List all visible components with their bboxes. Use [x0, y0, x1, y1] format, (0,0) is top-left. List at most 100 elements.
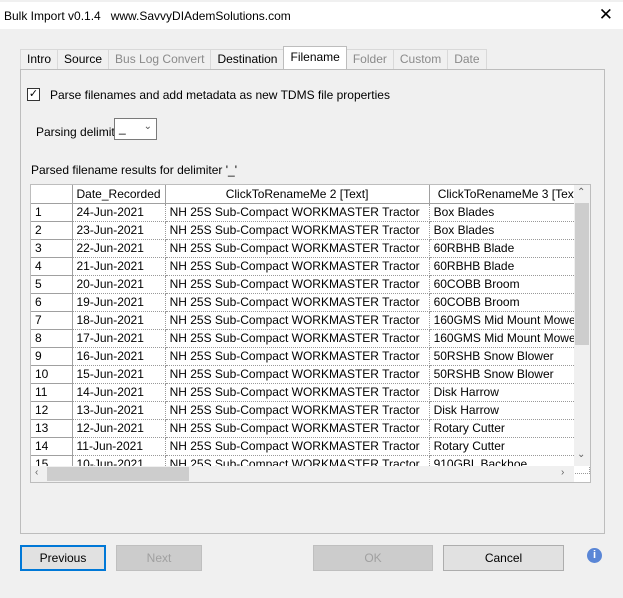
table-cell[interactable]: 13-Jun-2021	[72, 401, 166, 420]
row-number[interactable]: 3	[31, 239, 73, 258]
table-cell[interactable]: 14-Jun-2021	[72, 383, 166, 402]
table-cell[interactable]: 60COBB Broom	[429, 275, 590, 294]
table-cell[interactable]: Box Blades	[429, 221, 590, 240]
tab-date[interactable]: Date	[447, 49, 487, 69]
table-row[interactable]: 10 15-Jun-2021 NH 25S Sub-Compact WORKMAST…	[31, 365, 590, 384]
table-cell[interactable]: 20-Jun-2021	[72, 275, 166, 294]
row-number[interactable]: 12	[31, 401, 73, 420]
next-button[interactable]: Next	[116, 545, 202, 571]
vertical-scrollbar[interactable]: ⌃ ⌄	[574, 185, 590, 466]
table-cell[interactable]: Rotary Cutter	[429, 419, 590, 438]
table-cell[interactable]: NH 25S Sub-Compact WORKMASTER Tractor	[165, 401, 430, 420]
table-cell[interactable]: Disk Harrow	[429, 401, 590, 420]
vertical-scroll-thumb[interactable]	[575, 203, 589, 345]
table-cell[interactable]: 24-Jun-2021	[72, 203, 166, 222]
results-grid[interactable]: Date_Recorded ClickToRenameMe 2 [Text] Cli…	[30, 184, 591, 483]
column-header[interactable]: ClickToRenameMe 3 [Text]	[429, 185, 590, 204]
tab-filename[interactable]: Filename	[283, 46, 347, 69]
table-cell[interactable]: NH 25S Sub-Compact WORKMASTER Tractor	[165, 221, 430, 240]
column-header[interactable]: ClickToRenameMe 2 [Text]	[165, 185, 430, 204]
table-cell[interactable]: 160GMS Mid Mount Mower	[429, 329, 590, 348]
table-cell[interactable]: 60RBHB Blade	[429, 257, 590, 276]
table-cell[interactable]: 60RBHB Blade	[429, 239, 590, 258]
table-cell[interactable]: NH 25S Sub-Compact WORKMASTER Tractor	[165, 311, 430, 330]
table-row[interactable]: 7 18-Jun-2021 NH 25S Sub-Compact WORKMASTE…	[31, 311, 590, 330]
table-cell[interactable]: 18-Jun-2021	[72, 311, 166, 330]
table-cell[interactable]: 60COBB Broom	[429, 293, 590, 312]
table-row[interactable]: 6 19-Jun-2021 NH 25S Sub-Compact WORKMASTE…	[31, 293, 590, 312]
row-number[interactable]: 10	[31, 365, 73, 384]
table-cell[interactable]: NH 25S Sub-Compact WORKMASTER Tractor	[165, 239, 430, 258]
table-cell[interactable]: 16-Jun-2021	[72, 347, 166, 366]
table-row[interactable]: 8 17-Jun-2021 NH 25S Sub-Compact WORKMASTE…	[31, 329, 590, 348]
table-cell[interactable]: NH 25S Sub-Compact WORKMASTER Tractor	[165, 347, 430, 366]
table-row[interactable]: 14 11-Jun-2021 NH 25S Sub-Compact WORKMAST…	[31, 437, 590, 456]
row-number[interactable]: 1	[31, 203, 73, 222]
table-row[interactable]: 13 12-Jun-2021 NH 25S Sub-Compact WORKMAST…	[31, 419, 590, 438]
tab-destination[interactable]: Destination	[210, 49, 285, 69]
table-row[interactable]: 2 23-Jun-2021 NH 25S Sub-Compact WORKMASTE…	[31, 221, 590, 240]
info-icon[interactable]: i	[587, 548, 602, 563]
tab-folder[interactable]: Folder	[345, 49, 394, 69]
table-row[interactable]: 5 20-Jun-2021 NH 25S Sub-Compact WORKMASTE…	[31, 275, 590, 294]
parse-checkbox-label[interactable]: Parse filenames and add metadata as new …	[50, 88, 390, 102]
column-header[interactable]	[31, 185, 73, 204]
table-cell[interactable]: 15-Jun-2021	[72, 365, 166, 384]
horizontal-scrollbar[interactable]: ‹ ›	[31, 466, 574, 482]
table-cell[interactable]: NH 25S Sub-Compact WORKMASTER Tractor	[165, 203, 430, 222]
table-cell[interactable]: NH 25S Sub-Compact WORKMASTER Tractor	[165, 365, 430, 384]
row-number[interactable]: 9	[31, 347, 73, 366]
row-number[interactable]: 4	[31, 257, 73, 276]
cancel-button[interactable]: Cancel	[443, 545, 564, 571]
tab-source[interactable]: Source	[57, 49, 110, 69]
table-cell[interactable]: NH 25S Sub-Compact WORKMASTER Tractor	[165, 437, 430, 456]
delimiter-select[interactable]: _ ⌄	[114, 118, 157, 140]
table-row[interactable]: 9 16-Jun-2021 NH 25S Sub-Compact WORKMASTE…	[31, 347, 590, 366]
row-number[interactable]: 2	[31, 221, 73, 240]
close-icon[interactable]: ✕	[599, 5, 613, 25]
table-cell[interactable]: 12-Jun-2021	[72, 419, 166, 438]
table-cell[interactable]: 23-Jun-2021	[72, 221, 166, 240]
table-cell[interactable]: 22-Jun-2021	[72, 239, 166, 258]
table-cell[interactable]: 21-Jun-2021	[72, 257, 166, 276]
table-cell[interactable]: NH 25S Sub-Compact WORKMASTER Tractor	[165, 293, 430, 312]
table-cell[interactable]: Box Blades	[429, 203, 590, 222]
table-cell[interactable]: 50RSHB Snow Blower	[429, 365, 590, 384]
row-number[interactable]: 5	[31, 275, 73, 294]
parse-checkbox[interactable]: ✓	[27, 88, 40, 101]
row-number[interactable]: 14	[31, 437, 73, 456]
table-cell[interactable]: NH 25S Sub-Compact WORKMASTER Tractor	[165, 275, 430, 294]
horizontal-scroll-thumb[interactable]	[47, 467, 189, 481]
row-number[interactable]: 11	[31, 383, 73, 402]
tab-custom[interactable]: Custom	[392, 49, 449, 69]
previous-button[interactable]: Previous	[20, 545, 106, 571]
row-number[interactable]: 8	[31, 329, 73, 348]
row-number[interactable]: 6	[31, 293, 73, 312]
table-cell[interactable]: 17-Jun-2021	[72, 329, 166, 348]
row-number[interactable]: 13	[31, 419, 73, 438]
table-cell[interactable]: 11-Jun-2021	[72, 437, 166, 456]
tab-bus-log-convert[interactable]: Bus Log Convert	[108, 49, 212, 69]
table-cell[interactable]: 50RSHB Snow Blower	[429, 347, 590, 366]
table-cell[interactable]: Rotary Cutter	[429, 437, 590, 456]
table-cell[interactable]: NH 25S Sub-Compact WORKMASTER Tractor	[165, 257, 430, 276]
table-row[interactable]: 3 22-Jun-2021 NH 25S Sub-Compact WORKMASTE…	[31, 239, 590, 258]
ok-button[interactable]: OK	[313, 545, 433, 571]
table-cell[interactable]: 19-Jun-2021	[72, 293, 166, 312]
table-cell[interactable]: NH 25S Sub-Compact WORKMASTER Tractor	[165, 329, 430, 348]
table-row[interactable]: 4 21-Jun-2021 NH 25S Sub-Compact WORKMASTE…	[31, 257, 590, 276]
row-number[interactable]: 7	[31, 311, 73, 330]
scroll-left-icon[interactable]: ‹	[35, 467, 38, 478]
table-cell[interactable]: NH 25S Sub-Compact WORKMASTER Tractor	[165, 419, 430, 438]
tab-intro[interactable]: Intro	[20, 49, 59, 69]
table-cell[interactable]: Disk Harrow	[429, 383, 590, 402]
column-header[interactable]: Date_Recorded	[72, 185, 166, 204]
scroll-right-icon[interactable]: ›	[561, 467, 564, 478]
table-row[interactable]: 1 24-Jun-2021 NH 25S Sub-Compact WORKMASTE…	[31, 203, 590, 222]
scroll-up-icon[interactable]: ⌃	[577, 187, 585, 198]
scroll-down-icon[interactable]: ⌄	[577, 449, 585, 460]
table-cell[interactable]: NH 25S Sub-Compact WORKMASTER Tractor	[165, 383, 430, 402]
table-row[interactable]: 12 13-Jun-2021 NH 25S Sub-Compact WORKMAST…	[31, 401, 590, 420]
table-cell[interactable]: 160GMS Mid Mount Mower	[429, 311, 590, 330]
table-row[interactable]: 11 14-Jun-2021 NH 25S Sub-Compact WORKMAST…	[31, 383, 590, 402]
